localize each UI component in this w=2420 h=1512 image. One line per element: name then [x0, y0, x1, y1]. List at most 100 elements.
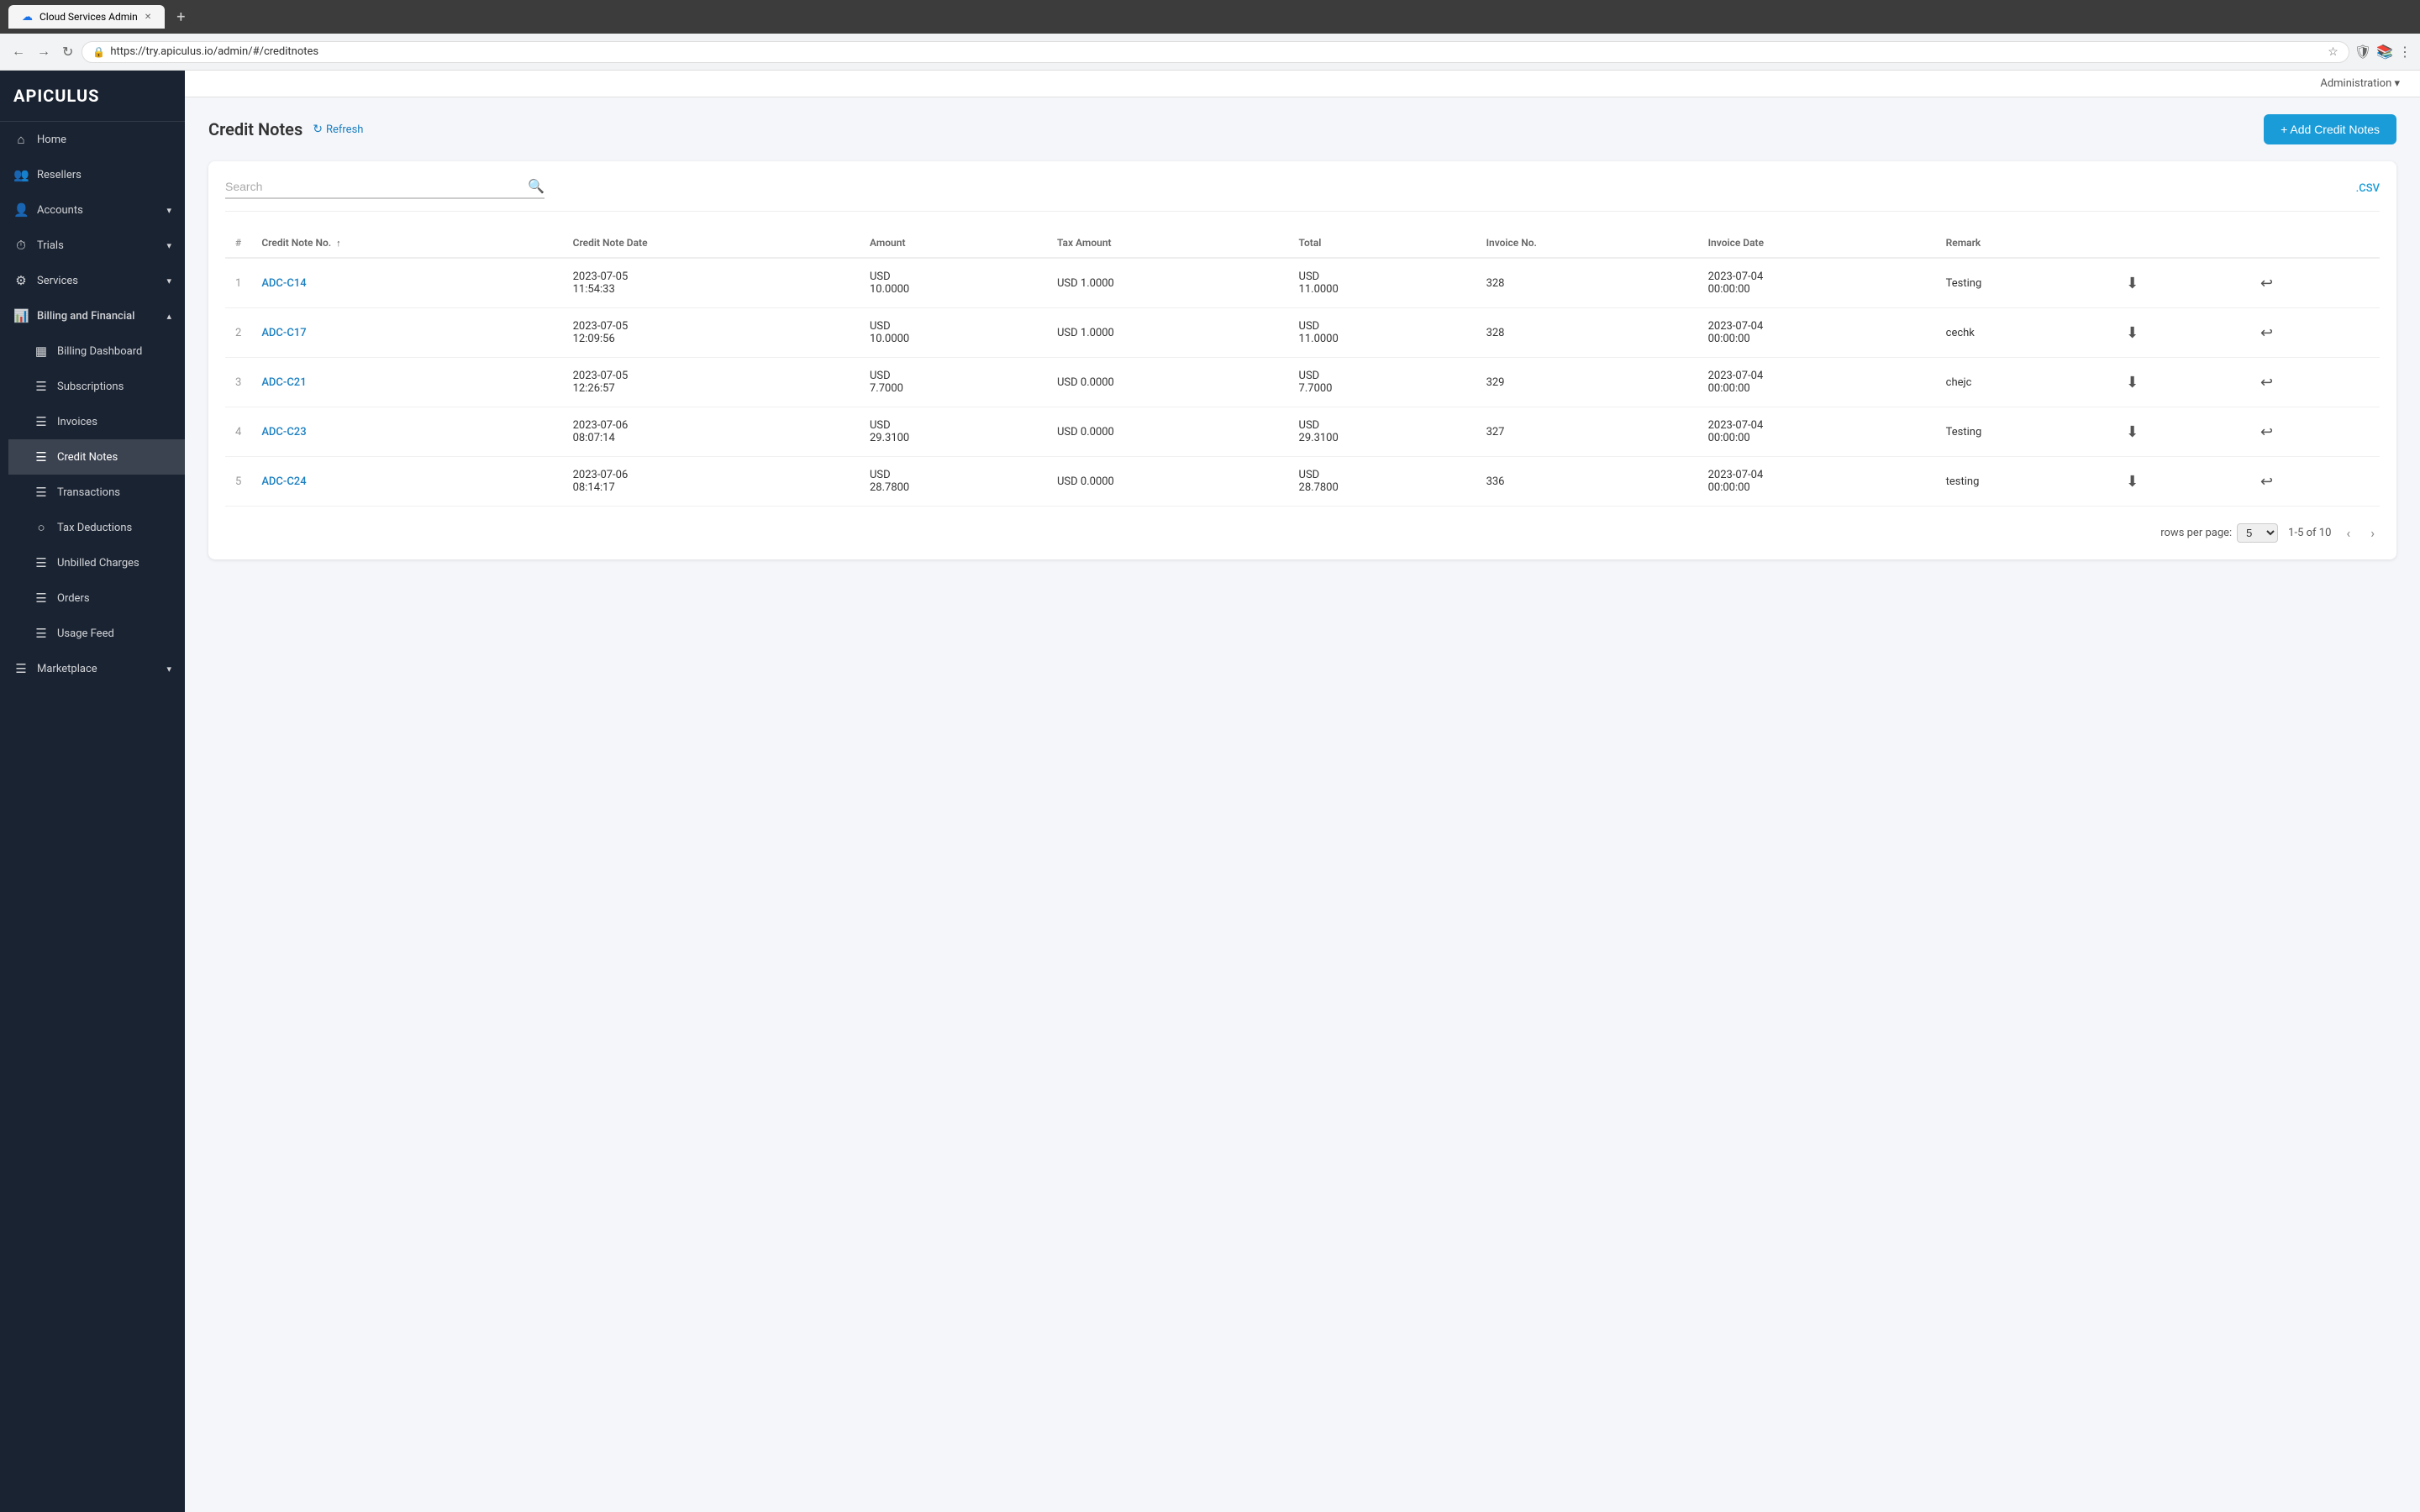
csv-export-button[interactable]: .CSV	[2356, 182, 2380, 195]
cell-reverse-action[interactable]: ↩	[2245, 258, 2380, 308]
reverse-icon[interactable]: ↩	[2255, 372, 2278, 393]
services-icon: ⚙	[13, 273, 29, 288]
rows-per-page-label: rows per page:	[2160, 527, 2232, 539]
cell-reverse-action[interactable]: ↩	[2245, 358, 2380, 407]
add-credit-notes-button[interactable]: + Add Credit Notes	[2264, 114, 2396, 144]
sidebar-item-usage-feed[interactable]: ☰ Usage Feed	[8, 616, 185, 651]
cell-download-action[interactable]: ⬇	[2111, 407, 2245, 457]
next-page-button[interactable]: ›	[2365, 523, 2380, 543]
reverse-icon[interactable]: ↩	[2255, 471, 2278, 492]
sidebar-item-services[interactable]: ⚙ Services ▾	[0, 263, 185, 298]
reload-button[interactable]: ↻	[59, 40, 76, 64]
col-credit-note-no[interactable]: Credit Note No. ↑	[251, 228, 562, 258]
cell-amount: USD 10.0000	[860, 258, 1047, 308]
admin-dropdown[interactable]: Administration ▾	[2320, 77, 2400, 90]
url-text: https://try.apiculus.io/admin/#/creditno…	[110, 45, 2323, 58]
sidebar-item-resellers[interactable]: 👥 Resellers	[0, 157, 185, 192]
sidebar-item-tax-deductions[interactable]: ○ Tax Deductions	[8, 510, 185, 545]
rows-per-page-select[interactable]: 5 10 25	[2237, 523, 2278, 543]
sidebar-item-home[interactable]: ⌂ Home	[0, 122, 185, 157]
cell-invoice-date: 2023-07-04 00:00:00	[1698, 457, 1936, 507]
sidebar-item-marketplace-label: Marketplace	[37, 663, 97, 675]
cell-credit-note-no[interactable]: ADC-C23	[251, 407, 562, 457]
tab-favicon: ☁	[22, 11, 33, 24]
reverse-icon[interactable]: ↩	[2255, 323, 2278, 344]
cell-reverse-action[interactable]: ↩	[2245, 407, 2380, 457]
reverse-icon[interactable]: ↩	[2255, 422, 2278, 443]
address-bar[interactable]: 🔒 https://try.apiculus.io/admin/#/credit…	[82, 41, 2349, 63]
sidebar-item-invoices[interactable]: ☰ Invoices	[8, 404, 185, 439]
search-icon[interactable]: 🔍	[528, 178, 544, 194]
download-icon[interactable]: ⬇	[2121, 372, 2144, 393]
marketplace-chevron-icon: ▾	[166, 664, 171, 675]
cell-download-action[interactable]: ⬇	[2111, 258, 2245, 308]
sidebar-item-marketplace[interactable]: ☰ Marketplace ▾	[0, 651, 185, 686]
col-actions2	[2245, 228, 2380, 258]
sidebar-item-accounts[interactable]: 👤 Accounts ▾	[0, 192, 185, 228]
cell-tax-amount: USD 0.0000	[1047, 358, 1289, 407]
billing-dashboard-icon: ▦	[34, 344, 49, 359]
download-icon[interactable]: ⬇	[2121, 422, 2144, 443]
refresh-button[interactable]: ↻ Refresh	[313, 123, 363, 136]
transactions-icon: ☰	[34, 485, 49, 500]
cell-amount: USD 29.3100	[860, 407, 1047, 457]
menu-icon[interactable]: ⋮	[2398, 44, 2412, 60]
bookmark-icon[interactable]: 📚	[2376, 44, 2393, 60]
cell-amount: USD 7.7000	[860, 358, 1047, 407]
reverse-icon[interactable]: ↩	[2255, 273, 2278, 294]
address-bar-icons: ☆	[2328, 45, 2338, 59]
cell-remark: Testing	[1936, 258, 2112, 308]
download-icon[interactable]: ⬇	[2121, 471, 2144, 492]
cell-num: 5	[225, 457, 251, 507]
forward-button[interactable]: →	[34, 41, 54, 63]
page-title: Credit Notes	[208, 119, 302, 139]
browser-tab[interactable]: ☁ Cloud Services Admin ✕	[8, 5, 165, 29]
star-icon[interactable]: ☆	[2328, 45, 2338, 59]
cell-credit-note-date: 2023-07-06 08:14:17	[563, 457, 860, 507]
prev-page-button[interactable]: ‹	[2341, 523, 2355, 543]
sidebar-item-credit-notes-label: Credit Notes	[57, 451, 118, 464]
table-row: 5 ADC-C24 2023-07-06 08:14:17 USD 28.780…	[225, 457, 2380, 507]
sidebar-item-billing-dashboard[interactable]: ▦ Billing Dashboard	[8, 333, 185, 369]
sidebar-item-subscriptions[interactable]: ☰ Subscriptions	[8, 369, 185, 404]
col-tax-amount: Tax Amount	[1047, 228, 1289, 258]
cell-credit-note-no[interactable]: ADC-C21	[251, 358, 562, 407]
billing-icon: 📊	[13, 308, 29, 323]
cell-download-action[interactable]: ⬇	[2111, 457, 2245, 507]
col-actions	[2111, 228, 2245, 258]
cell-credit-note-date: 2023-07-05 12:09:56	[563, 308, 860, 358]
sidebar-item-credit-notes[interactable]: ☰ Credit Notes	[8, 439, 185, 475]
download-icon[interactable]: ⬇	[2121, 323, 2144, 344]
sidebar-item-orders[interactable]: ☰ Orders	[8, 580, 185, 616]
sidebar-item-usage-feed-label: Usage Feed	[57, 627, 114, 640]
sidebar-item-unbilled-charges[interactable]: ☰ Unbilled Charges	[8, 545, 185, 580]
back-button[interactable]: ←	[8, 41, 29, 63]
col-num: #	[225, 228, 251, 258]
download-icon[interactable]: ⬇	[2121, 273, 2144, 294]
cell-credit-note-no[interactable]: ADC-C24	[251, 457, 562, 507]
sidebar-item-unbilled-charges-label: Unbilled Charges	[57, 557, 139, 570]
sidebar-item-services-label: Services	[37, 275, 78, 287]
cell-amount: USD 28.7800	[860, 457, 1047, 507]
col-amount: Amount	[860, 228, 1047, 258]
cell-download-action[interactable]: ⬇	[2111, 358, 2245, 407]
page-header: Credit Notes ↻ Refresh + Add Credit Note…	[208, 114, 2396, 144]
cell-invoice-no: 328	[1476, 308, 1698, 358]
cell-download-action[interactable]: ⬇	[2111, 308, 2245, 358]
cell-credit-note-date: 2023-07-05 12:26:57	[563, 358, 860, 407]
cell-credit-note-no[interactable]: ADC-C14	[251, 258, 562, 308]
cell-total: USD 7.7000	[1289, 358, 1476, 407]
lock-icon: 🔒	[92, 46, 105, 58]
cell-credit-note-no[interactable]: ADC-C17	[251, 308, 562, 358]
cell-reverse-action[interactable]: ↩	[2245, 308, 2380, 358]
cell-reverse-action[interactable]: ↩	[2245, 457, 2380, 507]
sidebar-item-billing[interactable]: 📊 Billing and Financial ▴	[0, 298, 185, 333]
sidebar: APICULUS ⌂ Home 👥 Resellers 👤 Accounts ▾…	[0, 71, 185, 1512]
tab-close-button[interactable]: ✕	[145, 13, 151, 22]
table-row: 1 ADC-C14 2023-07-05 11:54:33 USD 10.000…	[225, 258, 2380, 308]
sidebar-item-transactions[interactable]: ☰ Transactions	[8, 475, 185, 510]
search-input[interactable]	[225, 180, 521, 193]
shield-icon[interactable]: 🛡	[2354, 44, 2371, 60]
new-tab-button[interactable]: +	[171, 7, 190, 28]
sidebar-item-trials[interactable]: ⏱ Trials ▾	[0, 228, 185, 263]
